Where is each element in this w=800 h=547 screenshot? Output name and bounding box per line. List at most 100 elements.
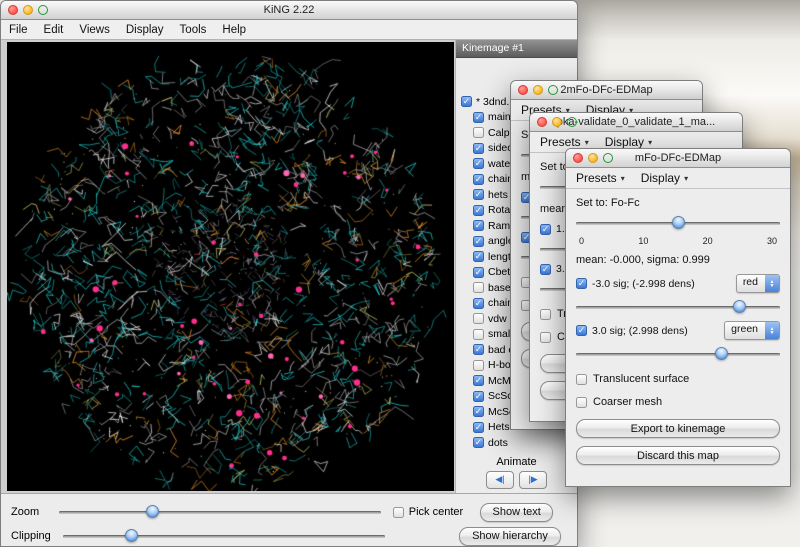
slider-thumb[interactable] bbox=[733, 300, 746, 313]
pos-color-popup[interactable]: green ▲▼ bbox=[724, 321, 780, 340]
menu-views[interactable]: Views bbox=[71, 24, 117, 36]
show-text-button[interactable]: Show text bbox=[480, 503, 553, 522]
pick-center-checkbox[interactable] bbox=[393, 507, 404, 518]
menu-file[interactable]: File bbox=[1, 24, 36, 36]
translucent-label: Translucent surface bbox=[593, 373, 689, 385]
kinemage-header[interactable]: Kinemage #1 bbox=[456, 40, 577, 58]
zoom-label: Zoom bbox=[11, 506, 51, 518]
window-title: KiNG 2.22 bbox=[1, 1, 577, 19]
kinemage-item-checkbox[interactable]: ✓ bbox=[473, 437, 484, 448]
zoom-slider-track bbox=[59, 511, 381, 514]
kinemage-item-checkbox[interactable]: ✓ bbox=[473, 422, 484, 433]
minimize-button[interactable] bbox=[552, 117, 562, 127]
neg-color-popup[interactable]: red ▲▼ bbox=[736, 274, 780, 293]
discard-map-button[interactable]: Discard this map bbox=[576, 446, 780, 465]
neg-contour-checkbox[interactable]: ✓ bbox=[576, 278, 587, 289]
set-to-label: Set to: Fo-Fc bbox=[576, 197, 780, 209]
popup-arrows-icon: ▲▼ bbox=[765, 322, 779, 339]
neg-contour-label: -3.0 sig; (-2.998 dens) bbox=[592, 278, 695, 290]
clipping-slider-track bbox=[63, 535, 385, 538]
kinemage-item-checkbox[interactable]: ✓ bbox=[473, 344, 484, 355]
kinemage-item-label: hets bbox=[488, 189, 508, 201]
slider-thumb[interactable] bbox=[672, 216, 685, 229]
edmap-window-mfo-dfc: mFo-DFc-EDMap Presets▾ Display▾ Set to: … bbox=[565, 148, 791, 487]
translucent-checkbox[interactable] bbox=[576, 374, 587, 385]
king-menubar: File Edit Views Display Tools Help bbox=[1, 20, 577, 40]
edmap-pka-titlebar[interactable]: pka-validate_0_validate_1_ma... bbox=[530, 113, 742, 132]
zoom-slider[interactable] bbox=[59, 504, 381, 520]
show-hierarchy-button[interactable]: Show hierarchy bbox=[459, 527, 561, 546]
display-menu[interactable]: Display▾ bbox=[605, 135, 652, 149]
edmap-mfo-titlebar[interactable]: mFo-DFc-EDMap bbox=[566, 149, 790, 168]
edmap-2mfo-titlebar[interactable]: 2mFo-DFc-EDMap bbox=[511, 81, 702, 100]
kinemage-item-checkbox[interactable]: ✓ bbox=[473, 375, 484, 386]
viewport-area bbox=[1, 40, 455, 493]
menu-edit[interactable]: Edit bbox=[36, 24, 72, 36]
zoom-button[interactable] bbox=[603, 153, 613, 163]
menu-help[interactable]: Help bbox=[214, 24, 254, 36]
zoom-slider-thumb[interactable] bbox=[146, 505, 159, 518]
menu-display[interactable]: Display bbox=[118, 24, 172, 36]
kinemage-item-checkbox[interactable] bbox=[473, 360, 484, 371]
clipping-slider-thumb[interactable] bbox=[125, 529, 138, 542]
kinemage-item-label: dots bbox=[488, 437, 508, 449]
animate-next-button[interactable]: |▶ bbox=[519, 471, 547, 489]
chevron-down-icon: ▾ bbox=[621, 174, 625, 183]
kinemage-item-checkbox[interactable]: ✓ bbox=[473, 158, 484, 169]
kinemage-item-checkbox[interactable]: ✓ bbox=[473, 251, 484, 262]
close-button[interactable] bbox=[573, 153, 583, 163]
kinemage-item-checkbox[interactable]: ✓ bbox=[461, 96, 472, 107]
kinemage-item-checkbox[interactable] bbox=[473, 313, 484, 324]
kinemage-item-checkbox[interactable] bbox=[473, 282, 484, 293]
translucent-checkbox[interactable] bbox=[540, 309, 551, 320]
pos-contour-label: 3.0 sig; (2.998 dens) bbox=[592, 325, 688, 337]
presets-menu[interactable]: Presets▾ bbox=[576, 171, 625, 185]
kinemage-item-checkbox[interactable] bbox=[473, 127, 484, 138]
molecule-viewport[interactable] bbox=[7, 42, 454, 491]
slider-thumb[interactable] bbox=[715, 347, 728, 360]
coarser-mesh-checkbox[interactable] bbox=[540, 332, 551, 343]
pos-contour-checkbox[interactable]: ✓ bbox=[576, 325, 587, 336]
presets-menu[interactable]: Presets▾ bbox=[540, 135, 589, 149]
export-kinemage-button[interactable]: Export to kinemage bbox=[576, 419, 780, 438]
kinemage-item-checkbox[interactable]: ✓ bbox=[473, 220, 484, 231]
mean-sigma-label: mean: -0.000, sigma: 0.999 bbox=[576, 254, 780, 266]
kinemage-item-checkbox[interactable]: ✓ bbox=[473, 143, 484, 154]
minimize-button[interactable] bbox=[23, 5, 33, 15]
kinemage-item-checkbox[interactable]: ✓ bbox=[473, 174, 484, 185]
pos-contour-slider[interactable] bbox=[576, 346, 780, 362]
level-slider[interactable] bbox=[576, 215, 780, 231]
menu-tools[interactable]: Tools bbox=[172, 24, 215, 36]
coarser-mesh-checkbox[interactable] bbox=[576, 397, 587, 408]
kinemage-item-checkbox[interactable]: ✓ bbox=[473, 391, 484, 402]
kinemage-item-checkbox[interactable]: ✓ bbox=[473, 205, 484, 216]
chevron-down-icon: ▾ bbox=[684, 174, 688, 183]
close-button[interactable] bbox=[518, 85, 528, 95]
zoom-button[interactable] bbox=[548, 85, 558, 95]
neg-contour-checkbox[interactable]: ✓ bbox=[540, 224, 551, 235]
kinemage-item-checkbox[interactable]: ✓ bbox=[473, 298, 484, 309]
minimize-button[interactable] bbox=[533, 85, 543, 95]
kinemage-item-checkbox[interactable]: ✓ bbox=[473, 112, 484, 123]
bottom-control-bar: Zoom Pick center Show text Clipping Show… bbox=[1, 493, 577, 547]
chevron-down-icon: ▾ bbox=[585, 138, 589, 147]
popup-arrows-icon: ▲▼ bbox=[765, 275, 779, 292]
close-button[interactable] bbox=[8, 5, 18, 15]
clipping-slider[interactable] bbox=[63, 528, 385, 544]
zoom-button[interactable] bbox=[38, 5, 48, 15]
display-menu[interactable]: Display▾ bbox=[641, 171, 688, 185]
kinemage-item-checkbox[interactable] bbox=[473, 329, 484, 340]
close-button[interactable] bbox=[537, 117, 547, 127]
kinemage-item-checkbox[interactable]: ✓ bbox=[473, 236, 484, 247]
minimize-button[interactable] bbox=[588, 153, 598, 163]
animate-prev-button[interactable]: ◀| bbox=[486, 471, 514, 489]
kinemage-item-checkbox[interactable]: ✓ bbox=[473, 406, 484, 417]
kinemage-item-checkbox[interactable]: ✓ bbox=[473, 267, 484, 278]
pos-contour-checkbox[interactable]: ✓ bbox=[540, 264, 551, 275]
kinemage-item-row[interactable]: ✓ dots bbox=[461, 435, 577, 451]
king-titlebar[interactable]: KiNG 2.22 bbox=[1, 1, 577, 20]
neg-contour-slider[interactable] bbox=[576, 299, 780, 315]
animate-label: Animate bbox=[456, 456, 577, 468]
kinemage-item-checkbox[interactable]: ✓ bbox=[473, 189, 484, 200]
zoom-button[interactable] bbox=[567, 117, 577, 127]
